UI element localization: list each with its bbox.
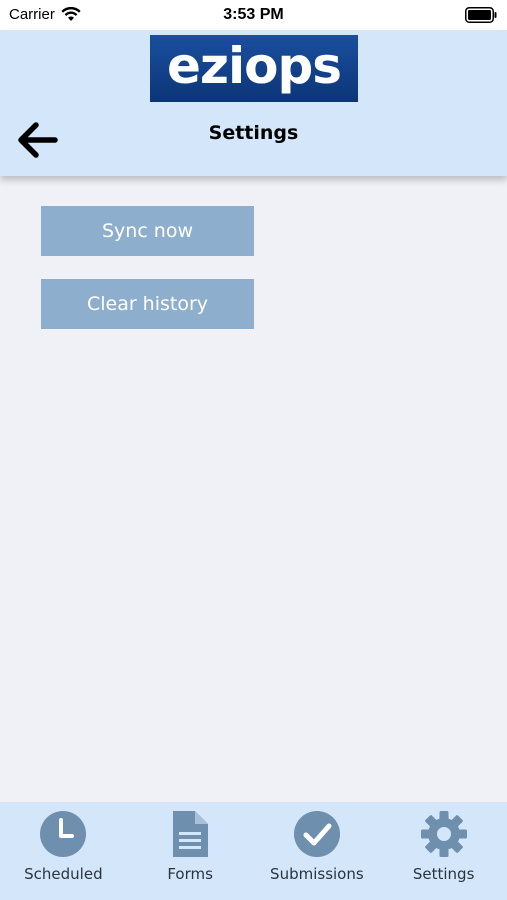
checkmark-circle-icon bbox=[293, 811, 340, 857]
status-bar: Carrier 3:53 PM bbox=[0, 0, 507, 30]
tab-label: Scheduled bbox=[24, 865, 103, 883]
tab-scheduled[interactable]: Scheduled bbox=[0, 802, 127, 900]
page-title: Settings bbox=[208, 122, 299, 144]
document-icon bbox=[173, 811, 209, 857]
logo-text: eziops bbox=[166, 36, 342, 95]
tab-forms[interactable]: Forms bbox=[127, 802, 254, 900]
app-header: eziops Settings bbox=[0, 30, 507, 176]
tab-label: Forms bbox=[167, 865, 213, 883]
tab-bar: Scheduled Forms Submissions Settings bbox=[0, 802, 507, 900]
tab-label: Submissions bbox=[270, 865, 364, 883]
eziops-logo: eziops bbox=[150, 35, 358, 102]
sync-now-button[interactable]: Sync now bbox=[41, 206, 254, 256]
clock-icon bbox=[40, 811, 87, 857]
tab-label: Settings bbox=[412, 865, 475, 883]
clear-history-button[interactable]: Clear history bbox=[41, 279, 254, 329]
tab-submissions[interactable]: Submissions bbox=[254, 802, 381, 900]
status-time: 3:53 PM bbox=[223, 6, 284, 23]
gear-icon bbox=[420, 811, 467, 857]
tab-settings[interactable]: Settings bbox=[380, 802, 507, 900]
settings-content: Sync now Clear history bbox=[0, 176, 507, 802]
battery-full-icon bbox=[465, 7, 497, 23]
